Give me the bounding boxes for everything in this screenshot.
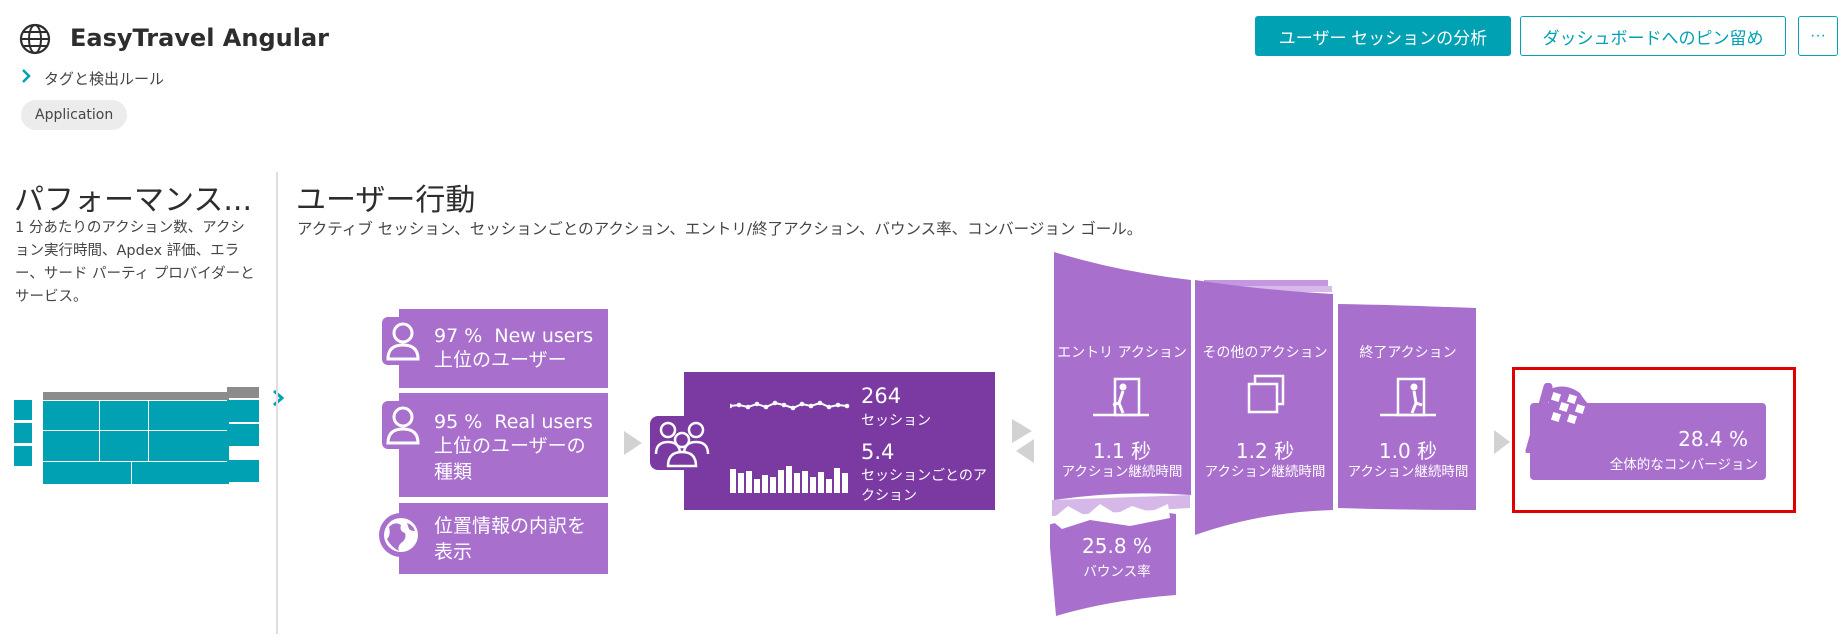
exit-actions-title: 終了アクション — [1359, 345, 1457, 361]
sessions-sparkline — [730, 400, 850, 411]
user-behavior-title: ユーザー行動 — [296, 183, 476, 218]
panel-divider — [276, 172, 278, 634]
chevron-right-icon[interactable] — [20, 68, 32, 88]
globe-map-icon — [377, 511, 425, 563]
new-users-card[interactable]: 97 % New users 上位のユーザー — [399, 309, 608, 388]
new-users-type: New users — [494, 325, 594, 347]
actions-per-session-value: 5.4 — [861, 440, 895, 464]
app-title: EasyTravel Angular — [70, 24, 329, 52]
arrow-right-icon — [1494, 430, 1510, 458]
performance-title[interactable]: パフォーマンス... — [14, 175, 252, 219]
entry-actions-title: エントリ アクション — [1057, 345, 1187, 361]
globe-icon — [18, 22, 52, 60]
sessions-label: セッション — [861, 413, 931, 429]
performance-thumbnail[interactable] — [14, 385, 264, 489]
performance-description: 1 分あたりのアクション数、アクション実行時間、Apdex 評価、エラー、サード… — [15, 220, 255, 305]
bounce-rate[interactable]: 25.8 % バウンス率 — [1055, 532, 1179, 592]
actions-bar-chart — [730, 466, 848, 493]
arrow-right-icon — [624, 431, 642, 459]
exit-door-icon — [1380, 377, 1436, 417]
geo-breakdown-label: 位置情報の内訳を表示 — [434, 515, 587, 563]
expand-chevron-icon[interactable] — [271, 388, 285, 412]
sessions-card[interactable]: 264 セッション 5.4 セッションごとのアクション — [684, 372, 995, 510]
new-users-value: 97 % — [434, 325, 483, 347]
entry-actions-column[interactable]: エントリ アクション 1.1 秒 アクション継続時間 — [1052, 340, 1192, 480]
real-users-type: Real users — [494, 411, 593, 433]
bounce-rate-value: 25.8 % — [1082, 534, 1152, 558]
sessions-value: 264 — [861, 384, 902, 408]
other-actions-label: アクション継続時間 — [1204, 464, 1326, 480]
highlight-box — [1512, 367, 1796, 513]
other-actions-column[interactable]: その他のアクション 1.2 秒 アクション継続時間 — [1195, 340, 1335, 480]
real-user-icon — [380, 399, 426, 455]
exit-actions-column[interactable]: 終了アクション 1.0 秒 アクション継続時間 — [1338, 340, 1478, 480]
entry-actions-label: アクション継続時間 — [1061, 464, 1183, 480]
funnel-arrows-icon — [1012, 419, 1034, 467]
tag-badge-application[interactable]: Application — [21, 100, 128, 130]
user-icon — [380, 315, 426, 371]
real-users-value: 95 % — [434, 411, 483, 433]
other-actions-icon — [1247, 374, 1285, 414]
real-users-card[interactable]: 95 % Real users 上位のユーザーの種類 — [399, 393, 608, 497]
real-users-label: 上位のユーザーの種類 — [434, 435, 586, 483]
user-behavior-description: アクティブ セッション、セッションごとのアクション、エントリ/終了アクション、バ… — [297, 220, 1143, 238]
analyze-sessions-button[interactable]: ユーザー セッションの分析 — [1255, 16, 1511, 56]
actions-per-session-label: セッションごとのアクション — [861, 468, 987, 504]
new-users-label: 上位のユーザー — [434, 349, 567, 371]
exit-actions-label: アクション継続時間 — [1347, 464, 1469, 480]
breadcrumb-tags-rules[interactable]: タグと検出ルール — [44, 68, 164, 89]
geo-breakdown-card[interactable]: 位置情報の内訳を表示 — [399, 503, 608, 574]
bounce-rate-label: バウンス率 — [1083, 564, 1151, 580]
more-button[interactable]: ··· — [1798, 16, 1838, 56]
entry-door-icon — [1093, 377, 1149, 417]
pin-dashboard-button[interactable]: ダッシュボードへのピン留め — [1520, 16, 1786, 56]
users-group-icon — [646, 410, 718, 478]
other-actions-title: その他のアクション — [1202, 345, 1328, 361]
